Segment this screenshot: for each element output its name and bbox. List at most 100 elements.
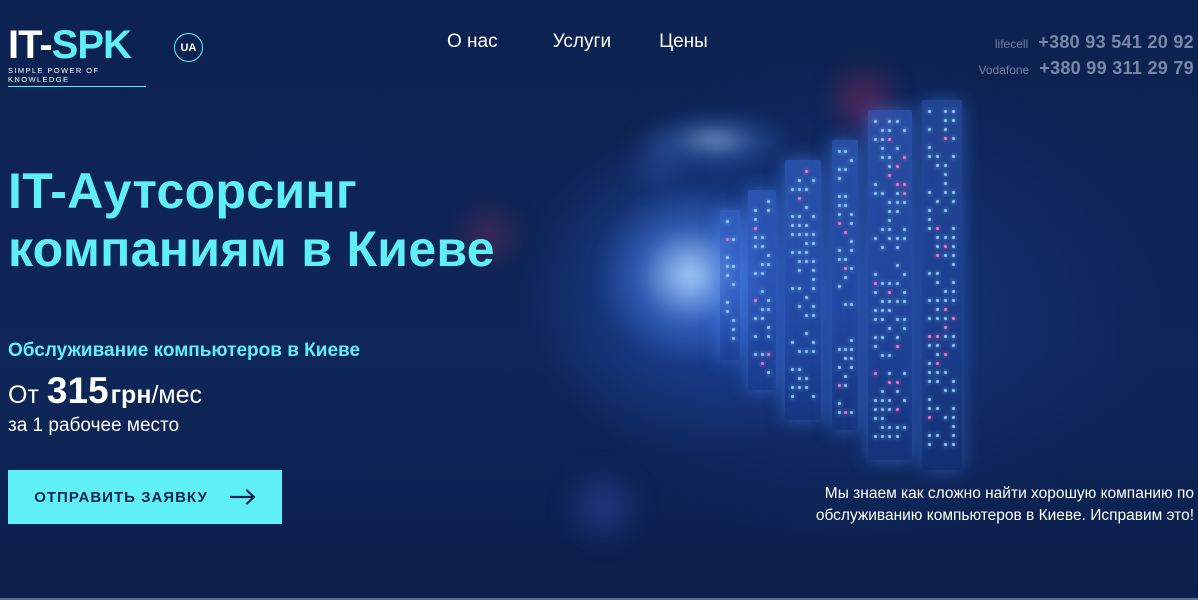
server-indicator-light (732, 283, 735, 286)
nav-item-about[interactable]: О нас (447, 31, 498, 53)
nav-item-prices[interactable]: Цены (659, 31, 708, 53)
server-indicator-light (895, 165, 899, 168)
server-indicator-light (838, 177, 841, 180)
server-indicator-light (798, 287, 801, 290)
submit-request-button[interactable]: ОТПРАВИТЬ ЗАЯВКУ (8, 470, 282, 524)
server-indicator-light (944, 254, 947, 257)
server-indicator-light (936, 299, 939, 302)
server-indicator-light (952, 236, 955, 239)
server-indicator-light (754, 335, 757, 338)
server-indicator-light (791, 386, 794, 389)
logo-accent: SPK (51, 23, 132, 67)
server-indicator-light (902, 300, 906, 303)
server-indicator-light (798, 260, 801, 263)
nav-item-services[interactable]: Услуги (553, 31, 611, 53)
contact-phones: lifecell +380 93 541 20 92 Vodafone +380… (979, 32, 1194, 84)
server-indicator-light (850, 159, 853, 162)
server-indicator-light (760, 308, 764, 311)
server-indicator-light (812, 233, 815, 236)
server-indicator-light (844, 267, 847, 270)
server-indicator-light (881, 426, 885, 429)
server-indicator-light (754, 236, 757, 239)
server-indicator-light (812, 215, 815, 218)
server-indicator-light (895, 408, 899, 411)
server-indicator-light (895, 246, 899, 249)
server-indicator-light (838, 402, 841, 405)
server-indicator-light (805, 296, 808, 299)
server-indicator-light (952, 434, 955, 437)
server-indicator-light (726, 238, 729, 241)
phone-number-link[interactable]: +380 93 541 20 92 (1038, 32, 1194, 53)
server-indicator-light (754, 272, 757, 275)
server-indicator-light (928, 371, 931, 374)
server-indicator-light (881, 192, 885, 195)
server-indicator-light (791, 215, 794, 218)
server-indicator-light (805, 242, 808, 245)
server-indicator-light (928, 272, 931, 275)
server-indicator-light (838, 384, 841, 387)
server-indicator-light (944, 245, 947, 248)
server-indicator-light (726, 256, 729, 259)
server-indicator-light (874, 372, 877, 375)
server-indicator-light (805, 233, 808, 236)
server-indicator-light (812, 278, 815, 281)
server-indicator-light (838, 213, 841, 216)
server-indicator-light (798, 215, 801, 218)
server-indicator-light (895, 300, 899, 303)
server-indicator-light (874, 408, 877, 411)
server-indicator-light (791, 368, 794, 371)
server-indicator-light (952, 299, 955, 302)
server-indicator-light (902, 183, 906, 186)
server-indicator-light (754, 299, 757, 302)
server-indicator-light (952, 416, 955, 419)
server-indicator-light (902, 426, 906, 429)
server-indicator-light (928, 407, 931, 410)
submit-request-label: ОТПРАВИТЬ ЗАЯВКУ (34, 488, 208, 506)
server-indicator-light (881, 390, 885, 393)
server-indicator-light (895, 390, 899, 393)
server-indicator-light (936, 371, 939, 374)
language-switch-button[interactable]: UA (174, 33, 203, 62)
server-indicator-light (936, 254, 939, 257)
server-indicator-light (952, 137, 955, 140)
server-indicator-light (844, 384, 847, 387)
server-indicator-light (944, 164, 947, 167)
server-indicator-light (760, 245, 764, 248)
server-indicator-light (928, 227, 931, 230)
server-indicator-light (805, 377, 808, 380)
server-indicator-light (952, 389, 955, 392)
server-indicator-light (812, 179, 815, 182)
server-indicator-light (726, 220, 729, 223)
server-indicator-light (902, 129, 906, 132)
server-indicator-light (936, 308, 939, 311)
server-indicator-light (952, 110, 955, 113)
server-indicator-light (928, 362, 931, 365)
server-indicator-light (936, 272, 939, 275)
server-indicator-light (928, 110, 931, 113)
server-indicator-light (798, 377, 801, 380)
server-indicator-light (902, 228, 906, 231)
phone-number-link[interactable]: +380 99 311 29 79 (1039, 58, 1194, 79)
server-indicator-light (805, 350, 808, 353)
server-indicator-light (812, 287, 815, 290)
server-indicator-light (902, 192, 906, 195)
server-indicator-light (760, 353, 764, 356)
server-indicator-light (874, 183, 877, 186)
server-indicator-light (952, 227, 955, 230)
server-indicator-light (895, 435, 899, 438)
site-logo[interactable]: IT-SPK SIMPLE POWER OF KNOWLEDGE (8, 23, 146, 87)
server-indicator-light (944, 326, 947, 329)
server-indicator-light (944, 191, 947, 194)
phone-operator: lifecell (994, 37, 1029, 51)
server-indicator-light (798, 386, 801, 389)
server-indicator-light (754, 317, 757, 320)
server-indicator-light (952, 191, 955, 194)
server-indicator-light (952, 200, 955, 203)
server-indicator-light (928, 317, 931, 320)
server-indicator-light (844, 231, 847, 234)
server-indicator-light (928, 380, 931, 383)
server-indicator-light (936, 344, 939, 347)
server-indicator-light (895, 120, 899, 123)
server-indicator-light (874, 291, 877, 294)
server-indicator-light (895, 237, 899, 240)
